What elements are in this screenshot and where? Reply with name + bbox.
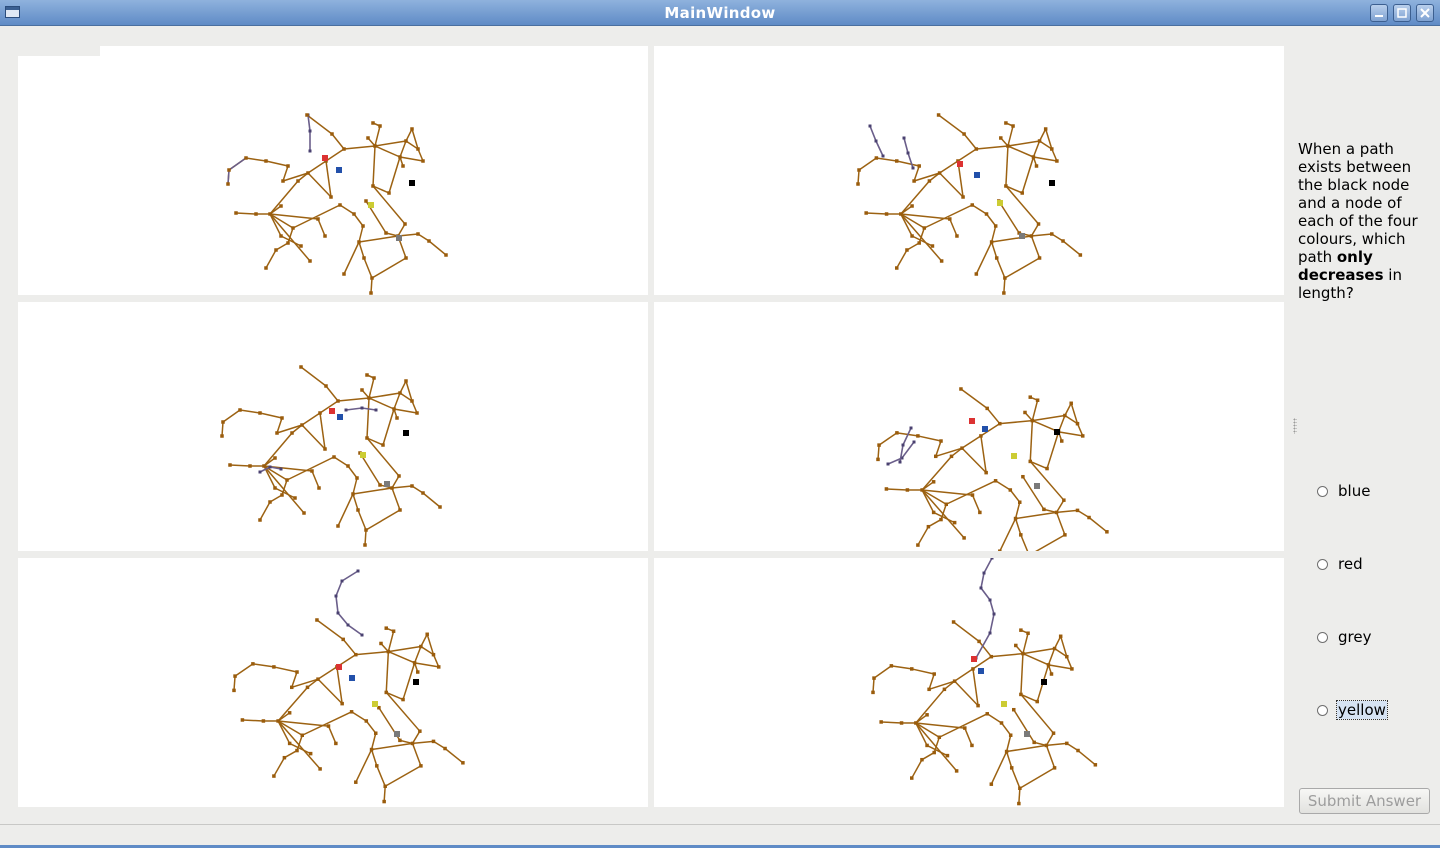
graph-panel-5: [18, 558, 648, 807]
question-text: When a path exists between the black nod…: [1298, 140, 1418, 302]
close-button[interactable]: [1416, 4, 1434, 22]
splitter-handle[interactable]: [1293, 418, 1297, 434]
graph-panel-2: [654, 46, 1284, 295]
graph-panel-6: [654, 558, 1284, 807]
minimize-button[interactable]: [1370, 4, 1388, 22]
graph-network: [856, 113, 1083, 295]
option-label: yellow: [1336, 700, 1388, 720]
option-yellow[interactable]: yellow: [1317, 700, 1388, 720]
graph-panel-3: [18, 302, 648, 551]
radio-button-yellow[interactable]: [1317, 704, 1328, 716]
graph-network: [871, 558, 1098, 806]
option-blue[interactable]: blue: [1317, 481, 1371, 501]
window-title: MainWindow: [664, 4, 776, 22]
graph-network: [232, 569, 465, 804]
graph-network: [220, 365, 442, 547]
close-icon: [1420, 8, 1430, 18]
minimize-icon: [1375, 15, 1383, 17]
graph-network: [876, 387, 1109, 551]
radio-button-blue[interactable]: [1317, 485, 1328, 497]
radio-button-red[interactable]: [1317, 558, 1328, 570]
maximize-button[interactable]: [1393, 4, 1411, 22]
option-red[interactable]: red: [1317, 554, 1364, 574]
emphasis-only: only: [1336, 248, 1373, 266]
submit-answer-button[interactable]: Submit Answer: [1299, 788, 1430, 814]
title-bar: MainWindow: [0, 0, 1440, 26]
option-label: grey: [1338, 628, 1372, 646]
option-grey[interactable]: grey: [1317, 627, 1372, 647]
graph-network: [226, 113, 448, 295]
option-label: red: [1338, 555, 1363, 573]
maximize-icon: [1397, 8, 1407, 18]
panel-tab-strip: [18, 46, 100, 56]
graph-panel-4: [654, 302, 1284, 551]
radio-button-grey[interactable]: [1317, 631, 1328, 643]
option-label: blue: [1338, 482, 1371, 500]
graph-panel-1: [18, 46, 648, 295]
emphasis-decreases: decreases: [1298, 266, 1384, 284]
